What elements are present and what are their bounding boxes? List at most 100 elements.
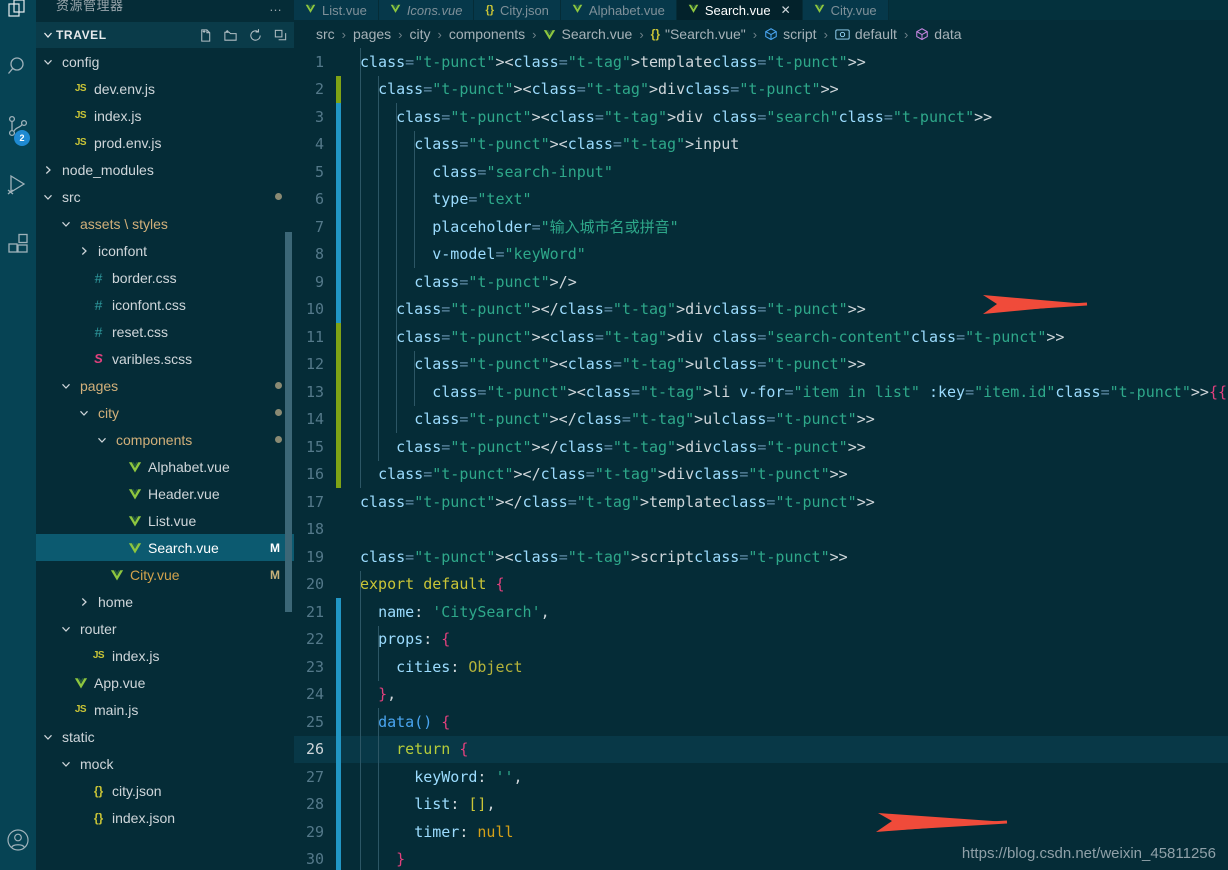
code-line[interactable]: 24 }, — [294, 680, 1228, 708]
code-line[interactable]: 11 class="t-punct"><class="t-tag">div cl… — [294, 323, 1228, 351]
tree-folder-assets-styles[interactable]: assets \ styles — [36, 210, 294, 237]
collapse-all-icon[interactable] — [272, 27, 288, 43]
code-line[interactable]: 20 export default { — [294, 571, 1228, 599]
tree-file-app.vue[interactable]: App.vue — [36, 669, 294, 696]
breadcrumb-item--search.vue-[interactable]: {} "Search.vue" — [651, 26, 746, 42]
tree-folder-node_modules[interactable]: node_modules — [36, 156, 294, 183]
code-line[interactable]: 23 cities: Object — [294, 653, 1228, 681]
new-file-icon[interactable] — [197, 27, 213, 43]
code-line[interactable]: 18 — [294, 516, 1228, 544]
new-folder-icon[interactable] — [222, 27, 238, 43]
tree-file-city.json[interactable]: {} city.json — [36, 777, 294, 804]
tree-folder-components[interactable]: components — [36, 426, 294, 453]
run-debug-icon[interactable] — [0, 160, 36, 208]
tree-file-iconfont.css[interactable]: # iconfont.css — [36, 291, 294, 318]
code-line[interactable]: 15 class="t-punct"></class="t-tag">divcl… — [294, 433, 1228, 461]
source-control-icon[interactable]: 2 — [0, 102, 36, 150]
tree-folder-city[interactable]: city — [36, 399, 294, 426]
chevron-down-icon[interactable] — [94, 432, 110, 448]
code-line[interactable]: 13 class="t-punct"><class="t-tag">li v-f… — [294, 378, 1228, 406]
breadcrumb-item-script[interactable]: script — [764, 26, 817, 42]
tree-folder-router[interactable]: router — [36, 615, 294, 642]
extensions-icon[interactable] — [0, 220, 36, 268]
tree-file-header.vue[interactable]: Header.vue — [36, 480, 294, 507]
editor-tab-alphabet.vue[interactable]: Alphabet.vue — [560, 0, 677, 20]
code-line[interactable]: 19 class="t-punct"><class="t-tag">scriptc… — [294, 543, 1228, 571]
code-line[interactable]: 25 data() { — [294, 708, 1228, 736]
code-line[interactable]: 29 timer: null — [294, 818, 1228, 846]
tree-file-city.vue[interactable]: City.vue M — [36, 561, 294, 588]
chevron-down-icon[interactable] — [58, 378, 74, 394]
chevron-down-icon[interactable] — [76, 405, 92, 421]
code-editor[interactable]: 1 class="t-punct"><class="t-tag">template… — [294, 48, 1228, 870]
tree-file-index.js[interactable]: JS index.js — [36, 102, 294, 129]
chevron-right-icon[interactable] — [76, 243, 92, 259]
tree-file-list.vue[interactable]: List.vue — [36, 507, 294, 534]
code-line[interactable]: 5 class="search-input" — [294, 158, 1228, 186]
breadcrumb-item-search.vue[interactable]: Search.vue — [543, 26, 632, 42]
explorer-icon[interactable] — [0, 0, 36, 34]
chevron-down-icon[interactable] — [58, 621, 74, 637]
breadcrumb-item-data[interactable]: data — [915, 26, 962, 42]
search-icon[interactable] — [0, 42, 36, 90]
code-line[interactable]: 27 keyWord: '', — [294, 763, 1228, 791]
editor-tab-city.json[interactable]: {} City.json — [474, 0, 561, 20]
tree-folder-pages[interactable]: pages — [36, 372, 294, 399]
tree-folder-iconfont[interactable]: iconfont — [36, 237, 294, 264]
code-line[interactable]: 6 type="text" — [294, 185, 1228, 213]
sidebar-scrollbar[interactable] — [285, 232, 292, 612]
file-tree[interactable]: config JS dev.env.js JS index.js JS prod.env.j… — [36, 48, 294, 870]
code-line[interactable]: 17 class="t-punct"></class="t-tag">templa… — [294, 488, 1228, 516]
tree-file-main.js[interactable]: JS main.js — [36, 696, 294, 723]
code-line[interactable]: 7 placeholder="输入城市名或拼音" — [294, 213, 1228, 241]
editor-tab-search.vue[interactable]: Search.vue ✕ — [676, 0, 803, 20]
tree-file-search.vue[interactable]: Search.vue M — [36, 534, 294, 561]
editor-tab-list.vue[interactable]: List.vue — [294, 0, 379, 20]
editor-tabs[interactable]: List.vue Icons.vue {} City.json Alphabet.vue… — [294, 0, 1228, 20]
editor-tab-city.vue[interactable]: City.vue — [802, 0, 889, 20]
chevron-right-icon[interactable] — [76, 594, 92, 610]
code-line[interactable]: 28 list: [], — [294, 790, 1228, 818]
breadcrumb-item-components[interactable]: components — [449, 26, 525, 42]
code-line[interactable]: 21 name: 'CitySearch', — [294, 598, 1228, 626]
tree-folder-home[interactable]: home — [36, 588, 294, 615]
code-line[interactable]: 22 props: { — [294, 625, 1228, 653]
chevron-down-icon[interactable] — [58, 756, 74, 772]
chevron-down-icon[interactable] — [40, 54, 56, 70]
breadcrumb-item-src[interactable]: src — [316, 26, 335, 42]
code-line[interactable]: 8 v-model="keyWord" — [294, 240, 1228, 268]
breadcrumb[interactable]: src › pages › city › components › Search.vue › {} "… — [294, 20, 1228, 48]
chevron-down-icon[interactable] — [58, 216, 74, 232]
tree-file-alphabet.vue[interactable]: Alphabet.vue — [36, 453, 294, 480]
code-line[interactable]: 16 class="t-punct"></class="t-tag">divcl… — [294, 460, 1228, 488]
tree-file-index.js[interactable]: JS index.js — [36, 642, 294, 669]
code-line[interactable]: 4 class="t-punct"><class="t-tag">input — [294, 130, 1228, 158]
tree-file-index.json[interactable]: {} index.json — [36, 804, 294, 831]
chevron-down-icon[interactable] — [40, 189, 56, 205]
tree-file-prod.env.js[interactable]: JS prod.env.js — [36, 129, 294, 156]
code-line[interactable]: 9 class="t-punct">/> — [294, 268, 1228, 296]
tree-file-dev.env.js[interactable]: JS dev.env.js — [36, 75, 294, 102]
tree-file-reset.css[interactable]: # reset.css — [36, 318, 294, 345]
code-line[interactable]: 26 return { — [294, 735, 1228, 763]
close-icon[interactable]: ✕ — [781, 3, 791, 17]
tree-folder-config[interactable]: config — [36, 48, 294, 75]
code-line[interactable]: 10 class="t-punct"></class="t-tag">divcl… — [294, 295, 1228, 323]
breadcrumb-item-default[interactable]: default — [835, 26, 897, 42]
chevron-down-icon[interactable] — [40, 729, 56, 745]
tree-file-border.css[interactable]: # border.css — [36, 264, 294, 291]
tree-folder-static[interactable]: static — [36, 723, 294, 750]
code-line[interactable]: 14 class="t-punct"></class="t-tag">ulcla… — [294, 405, 1228, 433]
chevron-down-icon[interactable] — [40, 27, 56, 43]
refresh-icon[interactable] — [247, 27, 263, 43]
tree-folder-mock[interactable]: mock — [36, 750, 294, 777]
chevron-right-icon[interactable] — [40, 162, 56, 178]
code-line[interactable]: 12 class="t-punct"><class="t-tag">ulclas… — [294, 350, 1228, 378]
account-icon[interactable] — [0, 816, 36, 864]
code-line[interactable]: 1 class="t-punct"><class="t-tag">template… — [294, 48, 1228, 76]
code-line[interactable]: 3 class="t-punct"><class="t-tag">div cla… — [294, 103, 1228, 131]
tree-folder-src[interactable]: src — [36, 183, 294, 210]
sidebar-more-actions-icon[interactable]: … — [269, 0, 284, 18]
breadcrumb-item-pages[interactable]: pages — [353, 26, 391, 42]
tree-file-varibles.scss[interactable]: Svaribles.scss — [36, 345, 294, 372]
